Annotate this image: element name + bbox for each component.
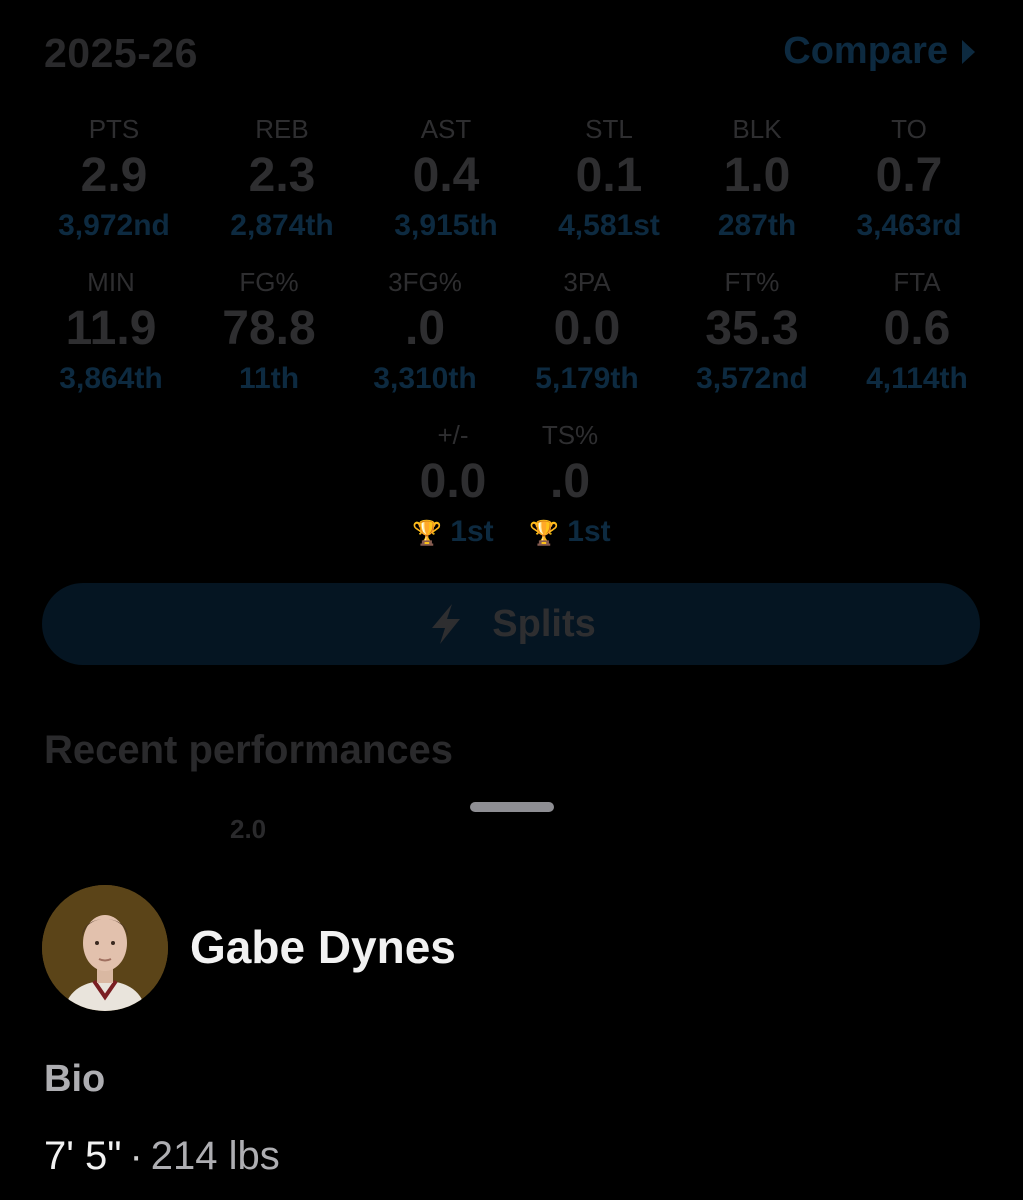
recent-chart-value: 2.0 — [230, 814, 267, 844]
stat-pts: PTS 2.9 3,972nd — [29, 114, 199, 244]
stat-value: 0.6 — [883, 302, 951, 355]
stat-rank: 3,310th — [373, 362, 477, 395]
stat-label: TS% — [541, 420, 599, 450]
stat-value: .0 — [404, 302, 446, 355]
stat-value: 78.8 — [222, 302, 316, 355]
stat-value: 0.1 — [575, 149, 643, 202]
stat-rank: 3,463rd — [856, 209, 962, 242]
stat-3pa: 3PA 0.0 5,179th — [502, 267, 672, 397]
stat-row-2: MIN 11.9 3,864th FG% 78.8 11th 3FG% .0 3… — [0, 267, 1023, 407]
compare-label: Compare — [783, 30, 948, 72]
stat-rank: 4,114th — [866, 362, 968, 395]
compare-button[interactable]: Compare — [783, 30, 975, 73]
season-label: 2025-26 — [44, 30, 198, 76]
bio-height-weight: 7' 5" · 214 lbs — [44, 1134, 280, 1179]
stat-3fg-pct: 3FG% .0 3,310th — [340, 267, 510, 397]
stat-ts-pct: TS% .0 🏆 1st — [485, 420, 655, 550]
player-avatar[interactable] — [42, 885, 168, 1011]
stat-label: 3FG% — [388, 267, 462, 297]
player-height: 7' 5" — [44, 1134, 122, 1178]
stat-rank: 3,972nd — [58, 209, 170, 242]
stat-rank: 5,179th — [535, 362, 639, 395]
player-stats-screen: 2025-26 Compare PTS 2.9 3,972nd REB 2.3 … — [0, 0, 1023, 1200]
stat-label: BLK — [732, 114, 782, 144]
recent-performances-title: Recent performances — [44, 728, 454, 772]
splits-button[interactable]: Splits — [42, 583, 980, 665]
stat-ast: AST 0.4 3,915th — [361, 114, 531, 244]
stat-label: STL — [585, 114, 633, 144]
stat-value: 35.3 — [705, 302, 799, 355]
player-photo — [42, 885, 168, 1011]
stat-value: 0.0 — [553, 302, 621, 355]
stat-rank: 3,572nd — [696, 362, 808, 395]
stat-label: FT% — [724, 267, 780, 297]
stat-label: FG% — [239, 267, 299, 297]
stat-min: MIN 11.9 3,864th — [26, 267, 196, 397]
stat-rank: 11th — [238, 362, 300, 395]
stat-label: MIN — [87, 267, 135, 297]
stat-value: 0.7 — [875, 149, 943, 202]
stat-label: REB — [255, 114, 309, 144]
stat-to: TO 0.7 3,463rd — [824, 114, 994, 244]
stat-row-3: +/- 0.0 🏆 1st TS% .0 🏆 1st — [0, 420, 1023, 560]
stat-label: PTS — [88, 114, 140, 144]
stat-label: 3PA — [563, 267, 611, 297]
stat-value: 11.9 — [65, 302, 157, 355]
stat-rank-container: 🏆 1st — [485, 514, 655, 550]
stat-rank: 2,874th — [230, 209, 334, 242]
stat-blk: BLK 1.0 287th — [672, 114, 842, 244]
player-weight: 214 lbs — [150, 1134, 280, 1178]
bio-heading: Bio — [44, 1058, 106, 1100]
stat-stl: STL 0.1 4,581st — [524, 114, 694, 244]
stat-label: AST — [420, 114, 472, 144]
stat-value: 2.3 — [248, 149, 316, 202]
stat-ft-pct: FT% 35.3 3,572nd — [667, 267, 837, 397]
stat-rank: 1st — [567, 515, 611, 548]
stat-rank: 287th — [717, 209, 797, 242]
stat-fg-pct: FG% 78.8 11th — [184, 267, 354, 397]
stat-value: .0 — [549, 455, 591, 508]
chevron-right-icon — [962, 39, 975, 64]
stat-value: 1.0 — [723, 149, 791, 202]
stat-row-1: PTS 2.9 3,972nd REB 2.3 2,874th AST 0.4 … — [0, 114, 1023, 254]
stat-rank: 4,581st — [558, 209, 660, 242]
trophy-icon: 🏆 — [412, 520, 443, 547]
stat-reb: REB 2.3 2,874th — [197, 114, 367, 244]
lightning-bolt-icon — [432, 604, 461, 644]
stat-label: TO — [891, 114, 927, 144]
stat-rank: 3,915th — [394, 209, 498, 242]
stat-value: 2.9 — [80, 149, 148, 202]
stat-value: 0.4 — [412, 149, 480, 202]
stat-rank: 3,864th — [59, 362, 163, 395]
trophy-icon: 🏆 — [529, 520, 560, 547]
sheet-drag-handle[interactable] — [470, 802, 554, 812]
stat-fta: FTA 0.6 4,114th — [832, 267, 1002, 397]
splits-label: Splits — [492, 602, 596, 645]
stat-label: FTA — [893, 267, 941, 297]
player-name: Gabe Dynes — [190, 921, 456, 973]
bio-separator: · — [129, 1134, 143, 1178]
